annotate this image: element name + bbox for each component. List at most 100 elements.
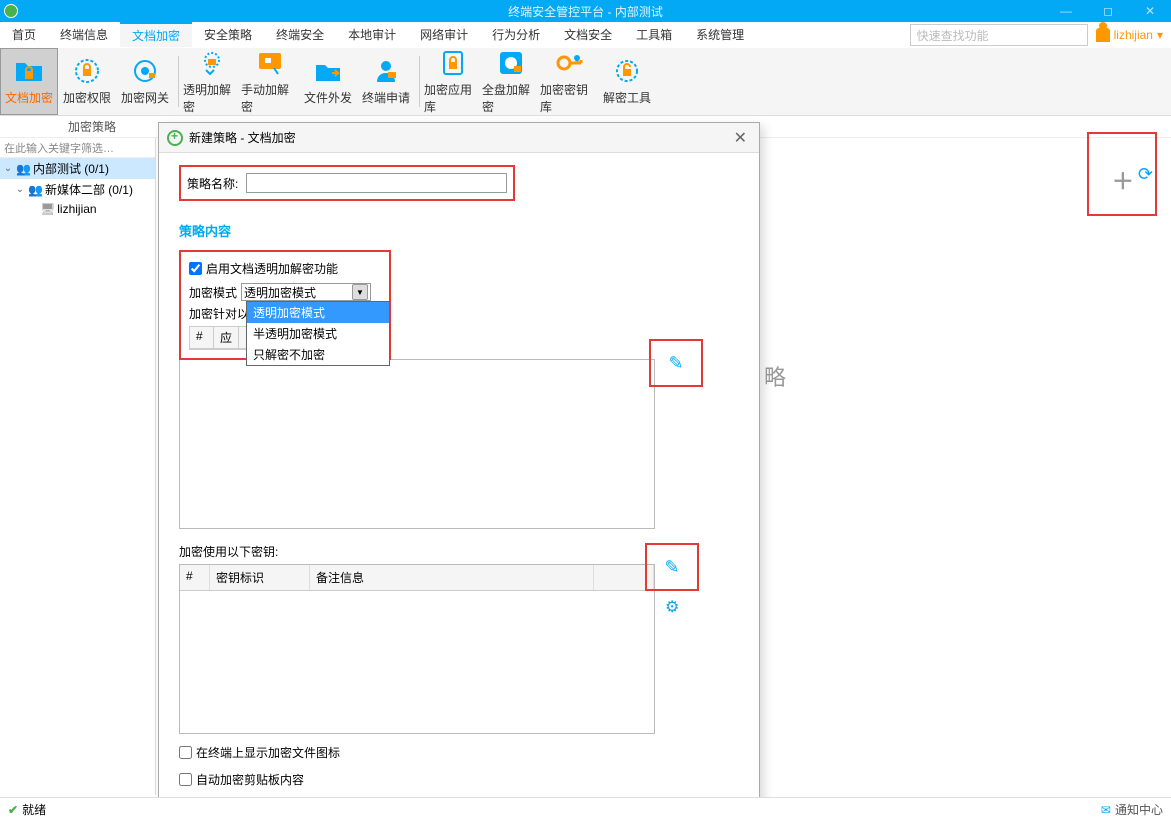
section-policy-content: 策略内容 <box>179 221 739 240</box>
left-panel: 在此输入关键字筛选… ⌄ 👥 内部测试 (0/1) ⌄ 👥 新媒体二部 (0/1… <box>0 138 156 795</box>
edit-app-highlight: ✎ <box>649 339 703 387</box>
tool-encrypt-permission[interactable]: 加密权限 <box>58 48 116 115</box>
enable-transparent-checkbox[interactable] <box>189 262 202 275</box>
menu-security-policy[interactable]: 安全策略 <box>192 22 264 47</box>
send-file-icon <box>312 57 344 85</box>
app-lib-icon <box>437 49 469 77</box>
collapse-icon[interactable]: ⌄ <box>2 163 14 174</box>
tool-label: 加密应用库 <box>424 81 482 115</box>
tool-transparent[interactable]: 透明加解密 <box>183 48 241 115</box>
mode-selected-value: 透明加密模式 <box>244 284 316 301</box>
menu-home[interactable]: 首页 <box>0 22 48 47</box>
tool-label: 终端申请 <box>362 89 410 106</box>
folder-lock-icon <box>13 57 45 85</box>
minimize-button[interactable]: ― <box>1045 0 1087 22</box>
maximize-button[interactable]: ◻ <box>1087 0 1129 22</box>
show-icon-checkbox[interactable] <box>179 746 192 759</box>
col-remark: 备注信息 <box>310 565 594 590</box>
dialog-close-button[interactable]: ✕ <box>730 128 751 148</box>
new-policy-dialog: 新建策略 - 文档加密 ✕ 策略名称: 策略内容 启用文档透明加解密功能 加密模… <box>158 122 760 816</box>
toolbar-separator <box>178 56 179 107</box>
tree-leaf[interactable]: 🖥 lizhijian <box>0 200 155 218</box>
tool-app-lib[interactable]: 加密应用库 <box>424 48 482 115</box>
encrypt-mode-dropdown: 透明加密模式 半透明加密模式 只解密不加密 <box>246 301 390 366</box>
menu-behavior[interactable]: 行为分析 <box>480 22 552 47</box>
pencil-icon[interactable]: ✎ <box>664 557 679 578</box>
clipboard-label: 自动加密剪贴板内容 <box>196 771 304 788</box>
menu-terminal-info[interactable]: 终端信息 <box>48 22 120 47</box>
tool-manual[interactable]: 手动加解密 <box>241 48 299 115</box>
app-table[interactable] <box>179 359 655 529</box>
policy-name-input[interactable] <box>246 173 507 193</box>
tool-label: 全盘加解密 <box>482 81 540 115</box>
col-index: # <box>180 565 210 590</box>
mail-icon: ✉ <box>1101 803 1111 817</box>
encrypt-mode-select[interactable]: 透明加密模式 ▼ <box>241 283 371 301</box>
decrypt-tool-icon <box>611 57 643 85</box>
dialog-body: 策略名称: 策略内容 启用文档透明加解密功能 加密模式 透明加密模式 ▼ 透明加… <box>159 153 759 815</box>
tool-decrypt-tool[interactable]: 解密工具 <box>598 48 656 115</box>
menu-local-audit[interactable]: 本地审计 <box>336 22 408 47</box>
tool-label: 文件外发 <box>304 89 352 106</box>
close-button[interactable]: ✕ <box>1129 0 1171 22</box>
background-text: 略 <box>764 360 786 392</box>
gear-icon[interactable]: ⚙ <box>665 597 679 617</box>
menu-doc-encrypt[interactable]: 文档加密 <box>120 22 192 47</box>
transparent-icon <box>196 49 228 77</box>
status-text: 就绪 <box>22 801 46 818</box>
menu-network-audit[interactable]: 网络审计 <box>408 22 480 47</box>
mode-option-transparent[interactable]: 透明加密模式 <box>247 302 389 323</box>
chevron-down-icon: ▼ <box>352 284 368 300</box>
tool-full-disk[interactable]: 全盘加解密 <box>482 48 540 115</box>
user-name: lizhijian <box>1114 28 1153 42</box>
toolbar: 文档加密 加密权限 加密网关 透明加解密 手动加解密 文件外发 终端申请 加密应… <box>0 48 1171 116</box>
new-icon <box>167 130 183 146</box>
policy-name-highlight: 策略名称: <box>179 165 515 201</box>
col-index: # <box>190 327 214 348</box>
tool-encrypt-gateway[interactable]: 加密网关 <box>116 48 174 115</box>
tool-label: 解密工具 <box>603 89 651 106</box>
tree-filter-input[interactable]: 在此输入关键字筛选… <box>0 138 155 158</box>
tool-terminal-apply[interactable]: 终端申请 <box>357 48 415 115</box>
tool-label: 加密密钥库 <box>540 81 598 115</box>
tool-label: 文档加密 <box>5 89 53 106</box>
clipboard-checkbox[interactable] <box>179 773 192 786</box>
menu-toolbox[interactable]: 工具箱 <box>624 22 684 47</box>
key-lib-icon <box>553 49 585 77</box>
right-actions-highlight: ＋ ⟳ <box>1087 132 1157 216</box>
tool-label: 手动加解密 <box>241 81 299 115</box>
terminal-apply-icon <box>370 57 402 85</box>
mode-option-semi[interactable]: 半透明加密模式 <box>247 323 389 344</box>
notification-center[interactable]: ✉ 通知中心 <box>1101 801 1163 818</box>
status-bar: ✔ 就绪 ✉ 通知中心 <box>0 797 1171 821</box>
enable-checkbox-label: 启用文档透明加解密功能 <box>206 260 338 277</box>
user-menu[interactable]: lizhijian ▾ <box>1088 22 1171 47</box>
col-key-id: 密钥标识 <box>210 565 310 590</box>
refresh-button[interactable]: ⟳ <box>1138 164 1153 185</box>
tree-root[interactable]: ⌄ 👥 内部测试 (0/1) <box>0 158 155 179</box>
menu-system[interactable]: 系统管理 <box>684 22 756 47</box>
mode-option-decrypt-only[interactable]: 只解密不加密 <box>247 344 389 365</box>
app-logo-icon <box>4 4 18 18</box>
menu-doc-security[interactable]: 文档安全 <box>552 22 624 47</box>
chevron-down-icon: ▾ <box>1157 28 1163 42</box>
edit-key-highlight: ✎ <box>645 543 699 591</box>
key-table[interactable]: # 密钥标识 备注信息 <box>179 564 655 734</box>
pencil-icon[interactable]: ✎ <box>668 353 683 374</box>
menu-terminal-security[interactable]: 终端安全 <box>264 22 336 47</box>
gateway-icon <box>129 57 161 85</box>
tree-label: 新媒体二部 (0/1) <box>45 181 133 198</box>
tool-doc-encrypt[interactable]: 文档加密 <box>0 48 58 115</box>
avatar-icon <box>1096 28 1110 42</box>
tool-label: 加密权限 <box>63 89 111 106</box>
tool-send-file[interactable]: 文件外发 <box>299 48 357 115</box>
tool-key-lib[interactable]: 加密密钥库 <box>540 48 598 115</box>
col-app: 应 <box>214 327 239 348</box>
group-icon: 👥 <box>28 183 43 197</box>
notif-label: 通知中心 <box>1115 801 1163 818</box>
quick-search-input[interactable]: 快速查找功能 <box>910 24 1088 46</box>
add-button[interactable]: ＋ <box>1112 164 1134 196</box>
mode-label: 加密模式 <box>189 284 237 301</box>
tree-child[interactable]: ⌄ 👥 新媒体二部 (0/1) <box>0 179 155 200</box>
collapse-icon[interactable]: ⌄ <box>14 184 26 195</box>
